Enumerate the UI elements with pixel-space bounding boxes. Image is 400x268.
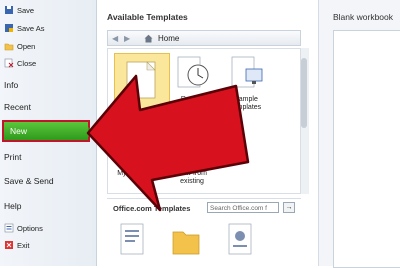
new-from-existing-label: New from existing <box>177 170 207 185</box>
folder-icon <box>4 41 14 51</box>
selected-caret-icon <box>88 127 94 137</box>
menu-open-label: Open <box>17 41 36 51</box>
office-templates-label: Office.com Templates <box>113 204 191 213</box>
my-templates-label: My templates <box>117 170 159 177</box>
menu-new-label: New <box>10 126 28 136</box>
new-from-existing-tile[interactable]: New from existing <box>166 129 218 186</box>
recent-templates-label: Recent templates <box>176 96 208 111</box>
office-template-chart-document-icon <box>228 223 252 255</box>
save-as-icon <box>4 23 14 33</box>
menu-print[interactable]: Print <box>4 148 21 166</box>
available-templates-title: Available Templates <box>107 12 188 22</box>
backstage-menu: Save Save As Open Close Info Recent New … <box>0 0 97 266</box>
nav-home-label[interactable]: Home <box>158 34 179 43</box>
my-templates-tile[interactable]: My templates <box>112 129 164 178</box>
menu-close[interactable]: Close <box>4 56 36 70</box>
blank-workbook-tile[interactable] <box>114 53 170 113</box>
menu-options[interactable]: Options <box>4 221 43 235</box>
nav-forward-icon[interactable]: ▶ <box>124 34 134 43</box>
menu-recent[interactable]: Recent <box>4 98 31 116</box>
options-icon <box>4 223 14 233</box>
preview-panel: Blank workbook <box>318 0 400 268</box>
sample-templates-label: Sample templates <box>230 96 262 111</box>
menu-save[interactable]: Save <box>4 3 34 17</box>
menu-new[interactable]: New <box>2 120 94 142</box>
sample-templates-tile[interactable]: Sample templates <box>220 55 272 112</box>
menu-exit-label: Exit <box>17 240 30 250</box>
preview-title: Blank workbook <box>333 12 394 22</box>
menu-open[interactable]: Open <box>4 39 35 53</box>
template-navigation-bar: ◀ ▶ Home <box>107 30 301 46</box>
menu-save-label: Save <box>17 5 35 15</box>
templates-scrollbar-thumb[interactable] <box>301 58 307 128</box>
home-icon[interactable] <box>144 34 153 43</box>
menu-options-label: Options <box>17 223 43 233</box>
available-templates-grid: Recent templates Sample templates My tem… <box>107 48 301 194</box>
nav-back-icon[interactable]: ◀ <box>112 34 122 43</box>
menu-save-as[interactable]: Save As <box>4 21 45 35</box>
office-search-input[interactable]: Search Office.com f <box>207 202 279 213</box>
office-template-document-icon <box>120 223 144 255</box>
preview-page <box>333 30 400 268</box>
office-templates-header: Office.com Templates Search Office.com f… <box>107 198 301 217</box>
save-icon <box>4 5 14 15</box>
search-go-button[interactable]: → <box>283 202 295 213</box>
my-templates-icon <box>123 130 147 162</box>
close-file-icon <box>4 58 14 68</box>
exit-icon <box>4 240 14 250</box>
menu-save-send[interactable]: Save & Send <box>4 172 54 190</box>
menu-help[interactable]: Help <box>4 197 21 215</box>
blank-document-icon <box>126 61 156 99</box>
clock-document-icon <box>177 56 209 88</box>
sample-document-icon <box>231 56 263 88</box>
templates-panel: Available Templates ◀ ▶ Home Recent temp… <box>97 0 317 266</box>
office-templates-grid <box>107 218 301 266</box>
new-from-existing-icon <box>179 130 203 162</box>
menu-info[interactable]: Info <box>4 76 18 94</box>
menu-close-label: Close <box>17 58 37 68</box>
menu-exit[interactable]: Exit <box>4 238 30 252</box>
office-template-folder-icon <box>172 231 200 255</box>
recent-templates-tile[interactable]: Recent templates <box>166 55 218 112</box>
office-templates-icons <box>120 223 252 255</box>
menu-save-as-label: Save As <box>17 23 45 33</box>
